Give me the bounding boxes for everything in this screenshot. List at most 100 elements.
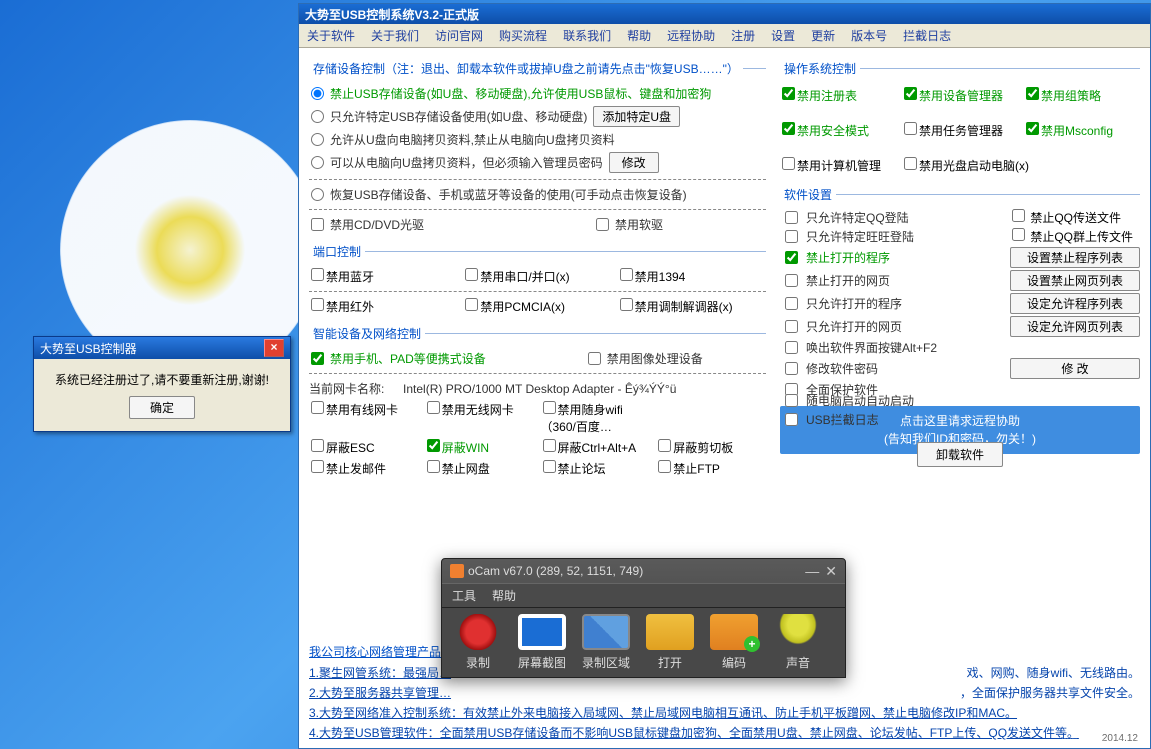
set-allow-web-button[interactable]: 设定允许网页列表: [1010, 316, 1140, 337]
set-allow-prog-button[interactable]: 设定允许程序列表: [1010, 293, 1140, 314]
menu-contact[interactable]: 联系我们: [559, 26, 615, 45]
chk-qq-file[interactable]: [1012, 209, 1025, 222]
menu-help[interactable]: 帮助: [623, 26, 655, 45]
chk-compmgmt[interactable]: [782, 157, 795, 170]
dialog-title: 大势至USB控制器: [40, 340, 137, 357]
menu-log[interactable]: 拦截日志: [899, 26, 955, 45]
ocam-sound-button[interactable]: 声音: [766, 612, 830, 673]
chk-change-pwd[interactable]: [785, 362, 798, 375]
chk-msconfig[interactable]: [1026, 122, 1039, 135]
uninstall-button[interactable]: 卸载软件: [917, 442, 1003, 467]
chk-allow-prog[interactable]: [785, 297, 798, 310]
chk-autostart[interactable]: [785, 394, 798, 407]
radio-allow-specific[interactable]: [311, 110, 324, 123]
menu-about-software[interactable]: 关于软件: [303, 26, 359, 45]
chk-ww-allow[interactable]: [785, 230, 798, 243]
storage-title: 存储设备控制（注：退出、卸载本软件或拔掉U盘之前请先点击"恢复USB……"）: [309, 60, 743, 77]
menu-update[interactable]: 更新: [807, 26, 839, 45]
chk-ban-web[interactable]: [785, 274, 798, 287]
chk-cdboot[interactable]: [904, 157, 917, 170]
chk-ctrlalta[interactable]: [543, 439, 556, 452]
chk-hotkey[interactable]: [785, 341, 798, 354]
chk-bluetooth[interactable]: [311, 268, 324, 281]
chk-allow-web[interactable]: [785, 320, 798, 333]
menu-version[interactable]: 版本号: [847, 26, 891, 45]
os-title: 操作系统控制: [780, 60, 860, 77]
ocam-record-button[interactable]: 录制: [446, 612, 510, 673]
chk-serial[interactable]: [465, 268, 478, 281]
ocam-menu-help[interactable]: 帮助: [492, 587, 516, 604]
radio-restore-usb-label: 恢复USB存储设备、手机或蓝牙等设备的使用(可手动点击恢复设备): [330, 186, 687, 203]
modify-pwd-button[interactable]: 修改: [609, 152, 659, 173]
chk-cddvd[interactable]: [311, 218, 324, 231]
chk-clipboard[interactable]: [658, 439, 671, 452]
chk-modem[interactable]: [620, 298, 633, 311]
menu-register[interactable]: 注册: [727, 26, 759, 45]
set-ban-prog-button[interactable]: 设置禁止程序列表: [1010, 247, 1140, 268]
menubar: 关于软件 关于我们 访问官网 购买流程 联系我们 帮助 远程协助 注册 设置 更…: [299, 24, 1150, 48]
ocam-encode-button[interactable]: 编码: [702, 612, 766, 673]
menu-remote[interactable]: 远程协助: [663, 26, 719, 45]
chk-registry[interactable]: [782, 87, 795, 100]
set-ban-web-button[interactable]: 设置禁止网页列表: [1010, 270, 1140, 291]
menu-purchase[interactable]: 购买流程: [495, 26, 551, 45]
chk-netdisk[interactable]: [427, 460, 440, 473]
chk-floppy-label: 禁用软驱: [615, 216, 663, 233]
radio-usb-to-pc[interactable]: [311, 133, 324, 146]
chk-infrared[interactable]: [311, 298, 324, 311]
chk-gpedit[interactable]: [1026, 87, 1039, 100]
chk-wireless-nic[interactable]: [427, 401, 440, 414]
radio-restore-usb[interactable]: [311, 188, 324, 201]
ocam-menu-tools[interactable]: 工具: [452, 587, 476, 604]
radio-disable-usb-label: 禁止USB存储设备(如U盘、移动硬盘),允许使用USB鼠标、键盘和加密狗: [330, 85, 711, 102]
chk-qqgroup-file[interactable]: [1012, 228, 1025, 241]
dialog-message: 系统已经注册过了,请不要重新注册,谢谢!: [46, 371, 278, 388]
smart-section: 智能设备及网络控制 禁用手机、PAD等便携式设备禁用图像处理设备 当前网卡名称:…: [309, 325, 766, 483]
chk-ftp[interactable]: [658, 460, 671, 473]
chk-image-dev[interactable]: [588, 352, 601, 365]
ocam-min-icon[interactable]: —: [805, 563, 819, 579]
link-2[interactable]: 2.大势至服务器共享管理…，全面保护服务器共享文件安全。: [309, 684, 1140, 701]
folder-icon: [646, 614, 694, 650]
radio-pc-to-usb-pwd[interactable]: [311, 156, 324, 169]
chk-mobile[interactable]: [311, 352, 324, 365]
chk-esc[interactable]: [311, 439, 324, 452]
soft-section: 软件设置 只允许特定QQ登陆 禁止QQ传送文件 只允许特定旺旺登陆 禁止QQ群上…: [780, 186, 1140, 483]
chk-ban-prog[interactable]: [785, 251, 798, 264]
add-specific-usb-button[interactable]: 添加特定U盘: [593, 106, 680, 127]
dialog-ok-button[interactable]: 确定: [129, 396, 195, 419]
chk-win[interactable]: [427, 439, 440, 452]
chk-floppy[interactable]: [596, 218, 609, 231]
nic-label: 当前网卡名称:: [309, 380, 384, 397]
chk-devmgr[interactable]: [904, 87, 917, 100]
chk-wired-nic[interactable]: [311, 401, 324, 414]
port-title: 端口控制: [309, 243, 365, 260]
chk-email[interactable]: [311, 460, 324, 473]
menu-settings[interactable]: 设置: [767, 26, 799, 45]
radio-disable-usb[interactable]: [311, 87, 324, 100]
menu-website[interactable]: 访问官网: [431, 26, 487, 45]
storage-section: 存储设备控制（注：退出、卸载本软件或拔掉U盘之前请先点击"恢复USB……"） 禁…: [309, 60, 766, 239]
chk-pocket-wifi[interactable]: [543, 401, 556, 414]
chk-taskmgr[interactable]: [904, 122, 917, 135]
ocam-window: oCam v67.0 (289, 52, 1151, 749) — ✕ 工具帮助 录…: [441, 558, 846, 678]
menu-about-us[interactable]: 关于我们: [367, 26, 423, 45]
ocam-title: oCam v67.0 (289, 52, 1151, 749): [468, 564, 643, 578]
link-4[interactable]: 4.大势至USB管理软件：全面禁用USB存储设备而不影响USB鼠标键盘加密狗、全…: [309, 724, 1140, 741]
ocam-area-button[interactable]: 录制区域: [574, 612, 638, 673]
ocam-open-button[interactable]: 打开: [638, 612, 702, 673]
nic-value: Intel(R) PRO/1000 MT Desktop Adapter - Ê…: [403, 382, 676, 396]
chk-pcmcia[interactable]: [465, 298, 478, 311]
dialog-close-icon[interactable]: ×: [264, 339, 284, 357]
chk-cddvd-label: 禁用CD/DVD光驱: [330, 216, 424, 233]
chk-usb-log[interactable]: [785, 413, 798, 426]
ocam-close-icon[interactable]: ✕: [825, 563, 837, 579]
chk-forum[interactable]: [543, 460, 556, 473]
chk-1394[interactable]: [620, 268, 633, 281]
radio-allow-specific-label: 只允许特定USB存储设备使用(如U盘、移动硬盘): [330, 108, 587, 125]
change-pwd-button[interactable]: 修 改: [1010, 358, 1140, 379]
ocam-screenshot-button[interactable]: 屏幕截图: [510, 612, 574, 673]
chk-safemode[interactable]: [782, 122, 795, 135]
link-3[interactable]: 3.大势至网络准入控制系统：有效禁止外来电脑接入局域网、禁止局域网电脑相互通讯、…: [309, 704, 1140, 721]
chk-qq-allow[interactable]: [785, 211, 798, 224]
